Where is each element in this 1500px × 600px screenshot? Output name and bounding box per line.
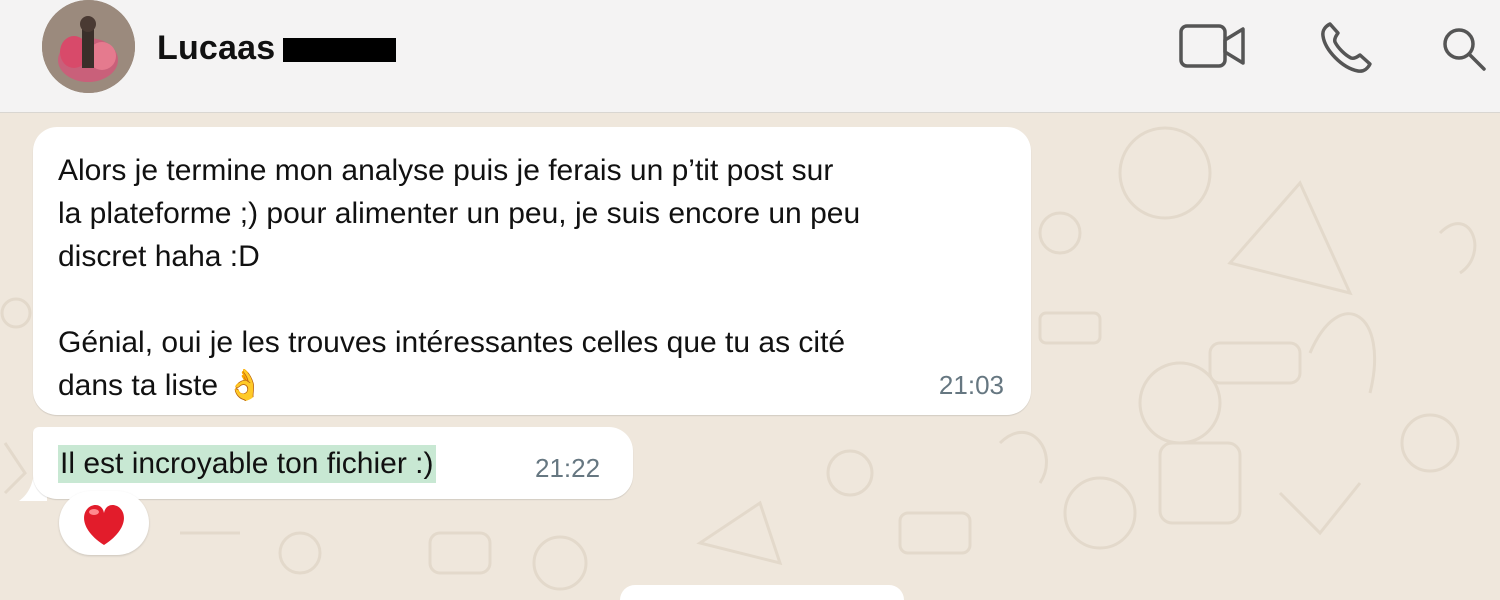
avatar[interactable] — [42, 0, 135, 93]
floating-pill — [620, 585, 904, 600]
message-bubble-incoming[interactable]: Il est incroyable ton fichier :) 21:22 — [33, 427, 633, 499]
heart-icon — [84, 504, 124, 545]
chat-header: Lucaas — [0, 0, 1500, 113]
message-time: 21:03 — [938, 370, 1004, 400]
redaction-bar — [283, 38, 396, 62]
message-bubble-incoming[interactable]: Alors je termine mon analyse puis je fer… — [33, 127, 1031, 415]
message-text: Alors je termine mon analyse puis je fer… — [58, 154, 861, 402]
reaction-badge[interactable] — [59, 491, 149, 555]
chat-area[interactable]: Alors je termine mon analyse puis je fer… — [0, 113, 1500, 600]
search-icon[interactable] — [1440, 25, 1488, 73]
video-call-icon[interactable] — [1178, 22, 1248, 72]
avatar-photo — [42, 0, 135, 93]
phone-call-icon[interactable] — [1318, 20, 1374, 76]
message-time: 21:22 — [535, 453, 601, 483]
message-text-selected: Il est incroyable ton fichier :) — [58, 445, 436, 483]
contact-name[interactable]: Lucaas — [157, 29, 275, 68]
